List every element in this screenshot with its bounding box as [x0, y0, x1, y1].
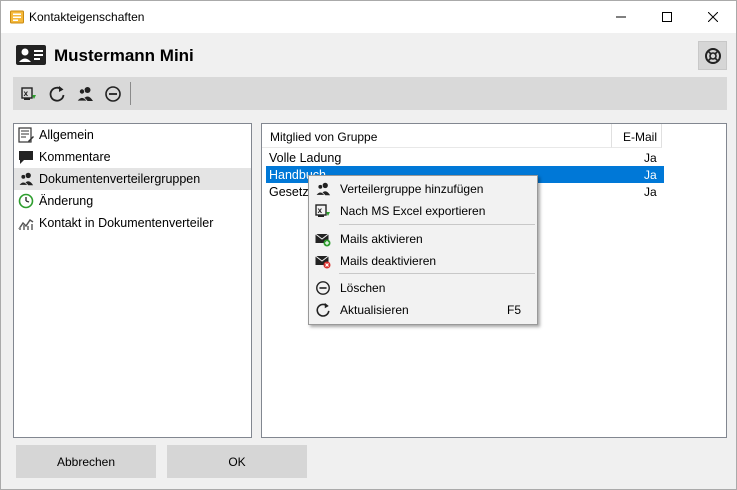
users-icon — [76, 87, 93, 102]
cell-group: Gesetz — [269, 185, 309, 199]
contact-properties-window: Kontakteigenschaften Mustermann Mini X A… — [0, 0, 737, 490]
minimize-icon — [616, 16, 626, 18]
minimize-button[interactable] — [598, 1, 644, 33]
close-button[interactable] — [690, 1, 736, 33]
nav-item-label: Kommentare — [39, 150, 111, 164]
mail-enable-icon — [315, 233, 331, 247]
menu-item-label: Mails aktivieren — [340, 232, 423, 246]
close-icon — [708, 12, 718, 22]
refresh-icon — [316, 302, 330, 317]
contact-card-icon — [16, 45, 46, 65]
users-icon — [18, 172, 34, 186]
menu-item-shortcut: F5 — [506, 303, 521, 317]
toolbar-separator — [130, 82, 131, 105]
refresh-tool[interactable] — [47, 84, 67, 104]
menu-item-label: Verteilergruppe hinzufügen — [340, 182, 484, 196]
menu-item-delete[interactable]: Löschen — [311, 277, 535, 299]
lifebuoy-icon — [704, 47, 721, 64]
nav-item-kommentare[interactable]: Kommentare — [14, 146, 251, 168]
nav-item-label: Kontakt in Dokumentenverteiler — [39, 216, 214, 230]
column-header-email[interactable]: E-Mail — [612, 124, 662, 148]
svg-text:X: X — [24, 91, 29, 98]
cancel-button[interactable]: Abbrechen — [16, 445, 156, 478]
ok-button[interactable]: OK — [167, 445, 307, 478]
toolbar: X — [13, 77, 727, 110]
delete-tool[interactable] — [103, 84, 123, 104]
excel-export-icon: X — [315, 204, 330, 217]
nav-item-label: Änderung — [39, 194, 94, 208]
column-header-label: E-Mail — [623, 130, 658, 144]
contact-name: Mustermann Mini — [54, 46, 194, 65]
minus-circle-icon — [105, 86, 121, 102]
cell-email: Ja — [644, 185, 657, 199]
navigation-list: Allgemein Kommentare Dokumentenverteiler… — [13, 123, 252, 438]
menu-item-refresh[interactable]: Aktualisieren F5 — [311, 299, 535, 321]
users-icon — [315, 182, 331, 196]
maximize-button[interactable] — [644, 1, 690, 33]
nav-item-kontakt-in-dokumentenverteiler[interactable]: Kontakt in Dokumentenverteiler — [14, 212, 251, 234]
excel-export-icon: X — [21, 87, 36, 100]
menu-item-export-excel[interactable]: X Nach MS Excel exportieren — [311, 200, 535, 222]
minus-circle-icon — [316, 281, 330, 295]
nav-item-label: Allgemein — [39, 128, 94, 142]
menu-separator — [339, 224, 535, 225]
window-title: Kontakteigenschaften — [29, 10, 145, 24]
groups-tool[interactable] — [75, 84, 95, 104]
menu-item-label: Nach MS Excel exportieren — [340, 204, 486, 218]
menu-item-label: Mails deaktivieren — [340, 254, 437, 268]
clock-icon — [18, 193, 34, 209]
menu-item-enable-mails[interactable]: Mails aktivieren — [311, 228, 535, 250]
menu-item-label: Aktualisieren — [340, 303, 409, 317]
refresh-icon — [49, 86, 65, 102]
comment-icon — [19, 151, 33, 164]
column-header-label: Mitglied von Gruppe — [270, 130, 378, 144]
menu-separator — [339, 273, 535, 274]
menu-item-add-group[interactable]: Verteilergruppe hinzufügen — [311, 178, 535, 200]
column-header-group[interactable]: Mitglied von Gruppe — [262, 124, 612, 148]
cell-email: Ja — [644, 151, 657, 165]
menu-item-label: Löschen — [340, 281, 386, 295]
title-bar[interactable]: Kontakteigenschaften — [1, 1, 736, 33]
svg-text:X: X — [318, 208, 323, 215]
maximize-icon — [662, 12, 672, 22]
nav-item-allgemein[interactable]: Allgemein — [14, 124, 251, 146]
table-row[interactable]: Volle Ladung Ja — [266, 149, 664, 166]
cell-group: Volle Ladung — [269, 151, 342, 165]
nav-item-label: Dokumentenverteilergruppen — [39, 172, 201, 186]
mail-disable-icon — [315, 255, 331, 269]
nav-item-dokumentenverteilergruppen[interactable]: Dokumentenverteilergruppen — [14, 168, 251, 190]
export-excel-tool[interactable]: X — [19, 84, 39, 104]
menu-item-disable-mails[interactable]: Mails deaktivieren — [311, 250, 535, 272]
cell-email: Ja — [644, 168, 657, 182]
form-icon — [18, 127, 34, 143]
nav-item-aenderung[interactable]: Änderung — [14, 190, 251, 212]
help-button[interactable] — [698, 41, 727, 70]
chart-icon — [18, 218, 34, 230]
context-menu: Verteilergruppe hinzufügen X Nach MS Exc… — [308, 175, 538, 325]
app-icon — [10, 10, 24, 24]
